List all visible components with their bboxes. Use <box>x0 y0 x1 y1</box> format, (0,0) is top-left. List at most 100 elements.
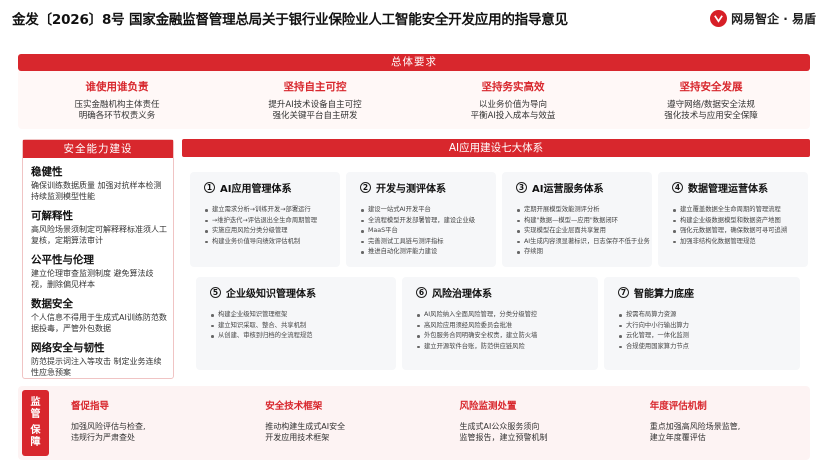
system-number: 5 <box>210 287 221 298</box>
supervision-line: 重点加强高风险场景监管, <box>649 422 741 431</box>
supervision-item: 年度评估机制 重点加强高风险场景监管, 建立年度覆评估 <box>620 386 810 460</box>
system-number: 7 <box>618 287 629 298</box>
supervision-item: 安全技术框架 推动构建生成式AI安全 开发应用技术框架 <box>231 386 425 460</box>
security-section-text: 防范提示词注入等攻击 制定业务连续性应急预案 <box>31 357 162 377</box>
supervision-item: 督促指导 加强风险评估与检查, 违规行为严肃查处 <box>49 386 231 460</box>
system-card: 4 数据管理运营体系 建立覆盖数据全生命周期的管理流程 构建企业级数据模型和数据… <box>658 172 808 267</box>
security-section: 网络安全与韧性 防范提示词注入等攻击 制定业务连续性应急预案 <box>23 334 173 378</box>
supervision-label: 监 管 保 障 <box>22 390 49 456</box>
requirement-line: 压实金融机构主体责任 <box>74 100 160 110</box>
system-items: AI风险纳入全面风险管理，分类分级管控 高风险应用须经风险委员会批准 外包服务合… <box>416 310 588 352</box>
list-item: 建立知识采取、整合、共享机制 <box>210 321 386 332</box>
system-card: 1 AI应用管理体系 建立需求分析→训练开发→部署运行 →维护迭代→评估退出全生… <box>190 172 340 267</box>
requirement-item: 坚持务实高效 以业务价值为导向 平衡AI投入成本与效益 <box>414 71 612 129</box>
security-section-text: 建立伦理审查监测制度 避免算法歧视，删除偏见样本 <box>31 269 154 289</box>
system-number: 1 <box>204 182 215 193</box>
supervision-title: 年度评估机制 <box>649 401 707 412</box>
system-title: 6 风险治理体系 <box>416 285 588 300</box>
security-section-title: 网络安全与韧性 <box>31 342 105 354</box>
netease-shield-icon <box>710 9 728 27</box>
list-item: 加强非结构化数据管理规范 <box>672 237 798 248</box>
requirement-title: 谁使用谁负责 <box>85 81 149 93</box>
requirement-line: 平衡AI投入成本与效益 <box>470 111 556 121</box>
system-items: 建设一站式AI开发平台 全流程模型开发部署管理，建设企业级 MaaS平台 完善测… <box>360 205 486 258</box>
system-name: 开发与测评体系 <box>376 184 446 195</box>
brand-name: 网易智企 · 易盾 <box>731 11 816 26</box>
supervision-label-char: 保 <box>30 425 41 436</box>
list-item: 建立需求分析→训练开发→部署运行 <box>204 205 330 216</box>
system-title: 7 智能算力底座 <box>618 285 790 300</box>
list-item: 全流程模型开发部署管理，建设企业级 <box>360 216 486 227</box>
list-item: 构建企业级知识管理框架 <box>210 310 386 321</box>
requirement-title: 坚持安全发展 <box>679 81 743 93</box>
system-card: 5 企业级知识管理体系 构建企业级知识管理框架 建立知识采取、整合、共享机制 从… <box>196 277 396 370</box>
system-name: 数据管理运营体系 <box>688 184 768 195</box>
system-title: 1 AI应用管理体系 <box>204 180 330 195</box>
page-header: 金发〔2026〕8号 国家金融监督管理总局关于银行业保险业人工智能安全开发应用的… <box>0 0 830 36</box>
list-item: 建立开源软件台账，防范供应链风险 <box>416 342 588 353</box>
overall-requirements: 谁使用谁负责 压实金融机构主体责任 明确各环节权责义务 坚持自主可控 提升AI技… <box>18 71 810 129</box>
system-name: 企业级知识管理体系 <box>226 289 316 300</box>
system-items: 按需布局算力资源 大行向中小行输出算力 云化管理，一体化监测 合规使用国家算力节… <box>618 310 790 352</box>
security-panel-title: 安全能力建设 <box>23 140 173 158</box>
list-item: 推进自动化测评能力建设 <box>360 247 486 258</box>
list-item: 存续期 <box>516 247 642 258</box>
list-item: 完善测试工具链与测评指标 <box>360 237 486 248</box>
list-item: 实现模型在企业层面共享复用 <box>516 226 642 237</box>
list-item: 建立覆盖数据全生命周期的管理流程 <box>672 205 798 216</box>
list-item: 实施应用风险分类分级管理 <box>204 226 330 237</box>
supervision-line: 建立年度覆评估 <box>649 433 706 442</box>
supervision-label-char: 管 <box>30 409 41 420</box>
supervision-title: 督促指导 <box>71 401 110 412</box>
security-section: 数据安全 个人信息不得用于生成式AI训练防范数据投毒，严管外包数据 <box>23 290 173 334</box>
list-item: 建设一站式AI开发平台 <box>360 205 486 216</box>
system-name: 风险治理体系 <box>432 289 492 300</box>
supervision-title: 安全技术框架 <box>265 401 323 412</box>
list-item: MaaS平台 <box>360 226 486 237</box>
brand: 网易智企 · 易盾 <box>710 9 816 27</box>
list-item: 大行向中小行输出算力 <box>618 321 790 332</box>
system-number: 4 <box>672 182 683 193</box>
list-item: 按需布局算力资源 <box>618 310 790 321</box>
supervision-label-char: 监 <box>30 397 41 408</box>
system-title: 4 数据管理运营体系 <box>672 180 798 195</box>
list-item: 外包服务合同明确安全权责，建立防火墙 <box>416 331 588 342</box>
ai-build-title: AI应用建设七大体系 <box>182 139 810 157</box>
security-section-text: 个人信息不得用于生成式AI训练防范数据投毒，严管外包数据 <box>31 313 167 333</box>
requirement-line: 明确各环节权责义务 <box>78 111 156 121</box>
list-item: 从创建、审核到归档的全流程规范 <box>210 331 386 342</box>
security-section: 可解释性 高风险场景须制定可解释释标准须人工复核，定期算法审计 <box>23 202 173 246</box>
requirement-item: 坚持安全发展 遵守网络/数据安全法规 强化技术与应用安全保障 <box>612 71 810 129</box>
security-section-text: 确保训练数据质量 加强对抗样本检测 持续监测模型性能 <box>31 181 162 201</box>
list-item: AI风险纳入全面风险管理，分类分级管控 <box>416 310 588 321</box>
list-item: 强化元数据管理，确保数据可寻可追溯 <box>672 226 798 237</box>
system-number: 6 <box>416 287 427 298</box>
list-item: 定期开展模型效能测评分析 <box>516 205 642 216</box>
supervision-line: 加强风险评估与检查, <box>71 422 146 431</box>
security-section-title: 公平性与伦理 <box>31 254 94 266</box>
security-section: 稳健性 确保训练数据质量 加强对抗样本检测 持续监测模型性能 <box>23 158 173 202</box>
supervision-title: 风险监测处置 <box>459 401 517 412</box>
supervision-label-char: 障 <box>30 437 41 448</box>
system-items: 构建企业级知识管理框架 建立知识采取、整合、共享机制 从创建、审核到归档的全流程… <box>210 310 386 342</box>
supervision-item: 风险监测处置 生成式AI公众服务须向 监管报告，建立预警机制 <box>426 386 620 460</box>
security-panel: 安全能力建设 稳健性 确保训练数据质量 加强对抗样本检测 持续监测模型性能 可解… <box>22 139 174 379</box>
page-title: 金发〔2026〕8号 国家金融监督管理总局关于银行业保险业人工智能安全开发应用的… <box>12 12 568 28</box>
security-section-title: 稳健性 <box>31 166 63 178</box>
security-section-text: 高风险场景须制定可解释释标准须人工复核，定期算法审计 <box>31 225 167 245</box>
requirement-item: 谁使用谁负责 压实金融机构主体责任 明确各环节权责义务 <box>18 71 216 129</box>
system-items: 建立覆盖数据全生命周期的管理流程 构建企业级数据模型和数据资产地图 强化元数据管… <box>672 205 798 247</box>
system-items: 定期开展模型效能测评分析 构建"数据—模型—应用"数据闭环 实现模型在企业层面共… <box>516 205 650 258</box>
requirement-line: 提升AI技术设备自主可控 <box>268 100 362 110</box>
system-name: 智能算力底座 <box>634 289 694 300</box>
overall-banner: 总体要求 <box>18 54 810 71</box>
requirement-title: 坚持自主可控 <box>283 81 347 93</box>
security-section: 公平性与伦理 建立伦理审查监测制度 避免算法歧视，删除偏见样本 <box>23 246 173 290</box>
requirement-title: 坚持务实高效 <box>481 81 545 93</box>
list-item: 合规使用国家算力节点 <box>618 342 790 353</box>
system-title: 3 AI运营服务体系 <box>516 180 642 195</box>
requirement-line: 强化技术与应用安全保障 <box>664 111 758 121</box>
requirement-line: 遵守网络/数据安全法规 <box>667 100 755 110</box>
supervision-line: 生成式AI公众服务须向 <box>459 422 540 431</box>
system-name: AI应用管理体系 <box>220 184 292 195</box>
